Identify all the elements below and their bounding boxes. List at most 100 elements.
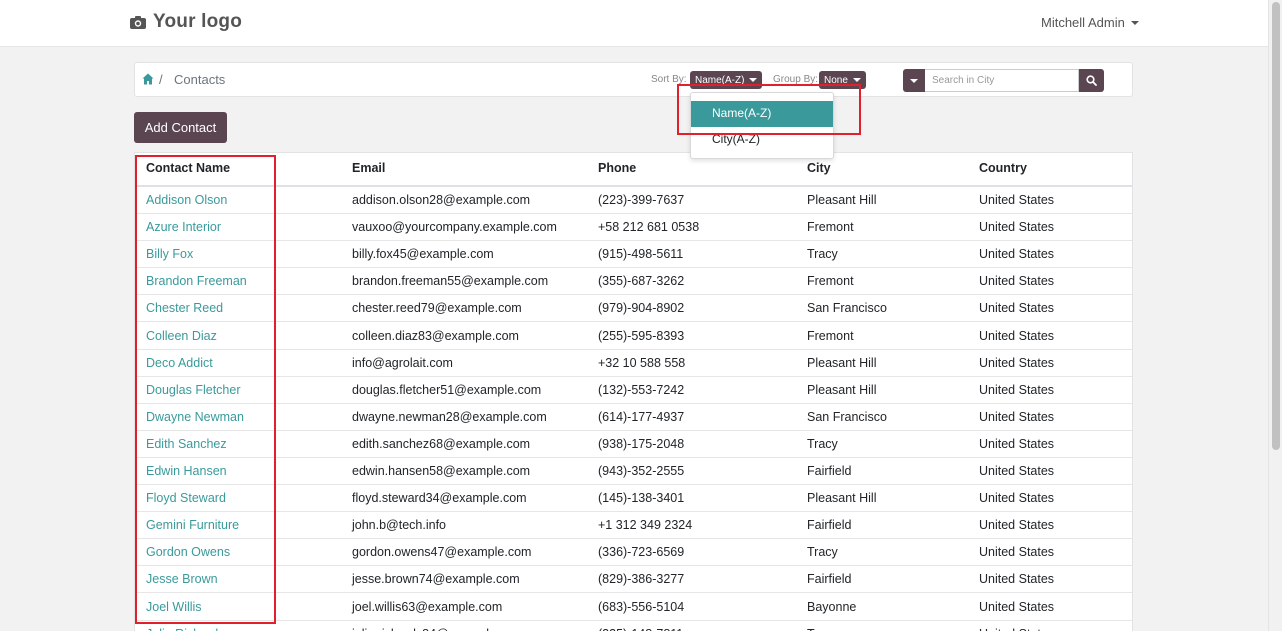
table-row[interactable]: Edith Sanchez edith.sanchez68@example.com… <box>135 431 1132 458</box>
contact-name-link[interactable]: Jesse Brown <box>146 572 218 586</box>
email-cell: vauxoo@yourcompany.example.com <box>352 220 557 235</box>
phone-cell: (943)-352-2555 <box>598 464 685 478</box>
email-cell: joel.willis63@example.com <box>352 599 503 614</box>
contact-name-link[interactable]: Brandon Freeman <box>146 274 247 288</box>
city-cell: Tracy <box>807 627 838 631</box>
phone-cell: (979)-904-8902 <box>598 301 685 316</box>
breadcrumb-current: Contacts <box>174 72 226 87</box>
phone-cell: (336)-723-6569 <box>598 545 685 560</box>
city-cell: Bayonne <box>807 599 857 614</box>
contact-name-link[interactable]: Addison Olson <box>146 193 227 207</box>
phone-cell: (614)-177-4937 <box>598 409 685 424</box>
sort-option-city[interactable]: City(A-Z) <box>691 127 833 153</box>
country-cell: United States <box>979 491 1055 506</box>
city-cell: Fairfield <box>807 572 852 587</box>
user-menu[interactable]: Mitchell Admin <box>1041 15 1139 30</box>
phone-cell: (829)-386-3277 <box>598 572 685 587</box>
table-row[interactable]: Azure Interior vauxoo@yourcompany.example… <box>135 214 1132 242</box>
add-contact-button[interactable]: Add Contact <box>134 112 227 143</box>
contact-name-link[interactable]: Edwin Hansen <box>146 464 227 478</box>
contact-name-link[interactable]: Gemini Furniture <box>146 518 239 532</box>
phone-cell: (223)-399-7637 <box>598 193 685 207</box>
country-cell: United States <box>979 274 1055 289</box>
city-cell: Pleasant Hill <box>807 382 877 397</box>
table-row[interactable]: Brandon Freeman brandon.freeman55@example… <box>135 268 1132 296</box>
sort-option-name[interactable]: Name(A-Z) <box>691 101 833 127</box>
group-label: Group By: <box>773 74 819 85</box>
search-icon <box>1086 75 1097 86</box>
breadcrumb-separator: / <box>159 72 163 87</box>
home-icon[interactable] <box>142 73 154 85</box>
table-row[interactable]: Chester Reed chester.reed79@example.com (9… <box>135 295 1132 323</box>
email-cell: dwayne.newman28@example.com <box>352 409 547 424</box>
group-dropdown-button[interactable]: None <box>819 71 866 89</box>
country-cell: United States <box>979 355 1055 370</box>
caret-down-icon <box>749 78 758 82</box>
table-row[interactable]: Deco Addict info@agrolait.com +32 10 588 5… <box>135 350 1132 377</box>
phone-cell: (938)-175-2048 <box>598 436 685 451</box>
phone-cell: (145)-138-3401 <box>598 491 685 506</box>
contact-name-link[interactable]: Colleen Diaz <box>146 329 217 343</box>
table-row[interactable]: Joel Willis joel.willis63@example.com (683… <box>135 594 1132 621</box>
email-cell: john.b@tech.info <box>352 518 447 533</box>
table-row[interactable]: Dwayne Newman dwayne.newman28@example.com… <box>135 404 1132 431</box>
contact-name-link[interactable]: Chester Reed <box>146 301 223 315</box>
column-header-name[interactable]: Contact Name <box>146 161 230 175</box>
table-row[interactable]: Gemini Furniture john.b@tech.info +1 312 3… <box>135 512 1132 540</box>
user-name: Mitchell Admin <box>1041 15 1125 30</box>
country-cell: United States <box>979 572 1055 587</box>
table-row[interactable]: Julie Richards julie.richards84@example.c… <box>135 621 1132 631</box>
city-cell: Fairfield <box>807 464 852 478</box>
phone-cell: (683)-556-5104 <box>598 599 685 614</box>
country-cell: United States <box>979 627 1054 631</box>
search-button[interactable] <box>1079 69 1104 92</box>
table-row[interactable]: Floyd Steward floyd.steward34@example.com… <box>135 485 1132 513</box>
phone-cell: (132)-553-7242 <box>598 382 685 397</box>
table-row[interactable]: Billy Fox billy.fox45@example.com (915)-49… <box>135 241 1132 269</box>
brand-logo[interactable]: Your logo <box>130 11 242 33</box>
email-cell: colleen.diaz83@example.com <box>352 328 519 343</box>
table-row[interactable]: Jesse Brown jesse.brown74@example.com (829… <box>135 566 1132 594</box>
country-cell: United States <box>979 545 1055 560</box>
country-cell: United States <box>979 518 1055 533</box>
contact-name-link[interactable]: Julie Richards <box>146 627 225 631</box>
table-header: Contact Name Email Phone City Country <box>135 153 1132 187</box>
country-cell: United States <box>979 193 1055 207</box>
email-cell: julie.richards84@example.com <box>352 627 523 631</box>
city-cell: Fremont <box>807 220 854 235</box>
contact-name-link[interactable]: Gordon Owens <box>146 545 230 559</box>
table-row[interactable]: Gordon Owens gordon.owens47@example.com (3… <box>135 539 1132 567</box>
column-header-city[interactable]: City <box>807 161 831 175</box>
contact-name-link[interactable]: Billy Fox <box>146 247 193 261</box>
page-scrollbar[interactable] <box>1268 0 1282 631</box>
email-cell: addison.olson28@example.com <box>352 193 531 207</box>
caret-down-icon <box>910 78 918 83</box>
sort-label: Sort By: <box>651 74 687 85</box>
city-cell: Pleasant Hill <box>807 355 877 370</box>
table-row[interactable]: Douglas Fletcher douglas.fletcher51@examp… <box>135 377 1132 404</box>
contact-name-link[interactable]: Douglas Fletcher <box>146 383 241 397</box>
city-cell: Pleasant Hill <box>807 491 877 506</box>
contact-name-link[interactable]: Joel Willis <box>146 600 202 614</box>
column-header-country[interactable]: Country <box>979 161 1027 175</box>
contact-name-link[interactable]: Deco Addict <box>146 356 213 370</box>
table-row[interactable]: Addison Olson addison.olson28@example.com… <box>135 187 1132 214</box>
email-cell: edith.sanchez68@example.com <box>352 436 531 451</box>
country-cell: United States <box>979 328 1055 343</box>
column-header-phone[interactable]: Phone <box>598 161 636 175</box>
contact-name-link[interactable]: Floyd Steward <box>146 491 226 505</box>
sort-dropdown-button[interactable]: Name(A-Z) <box>690 71 763 89</box>
phone-cell: (355)-687-3262 <box>598 274 685 289</box>
email-cell: brandon.freeman55@example.com <box>352 274 549 289</box>
contact-name-link[interactable]: Edith Sanchez <box>146 437 227 451</box>
column-header-email[interactable]: Email <box>352 161 385 175</box>
search-filter-toggle[interactable] <box>903 69 925 92</box>
group-value: None <box>824 74 848 86</box>
city-cell: Fremont <box>807 274 854 289</box>
contact-name-link[interactable]: Azure Interior <box>146 220 221 234</box>
table-row[interactable]: Edwin Hansen edwin.hansen58@example.com (9… <box>135 458 1132 485</box>
search-input[interactable]: Search in City <box>925 69 1079 92</box>
scrollbar-thumb[interactable] <box>1272 2 1280 450</box>
table-row[interactable]: Colleen Diaz colleen.diaz83@example.com (2… <box>135 323 1132 350</box>
contact-name-link[interactable]: Dwayne Newman <box>146 410 244 424</box>
